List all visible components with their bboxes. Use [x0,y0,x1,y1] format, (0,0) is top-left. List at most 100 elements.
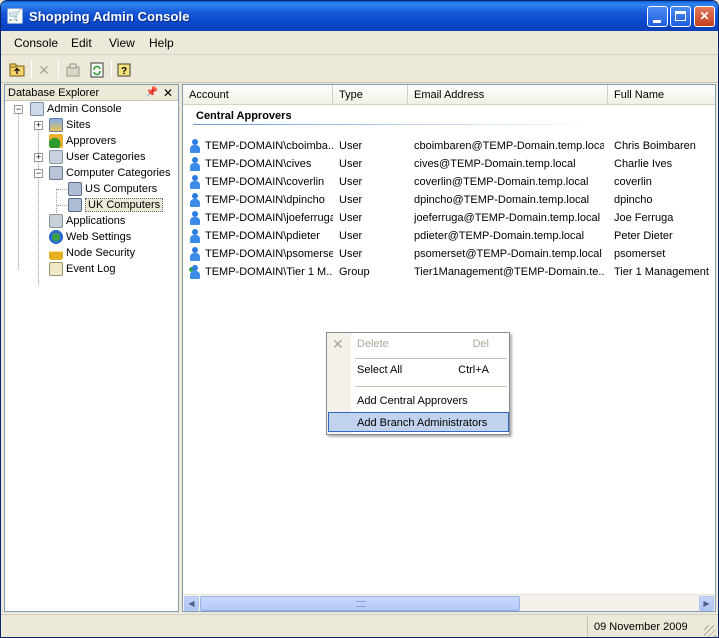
cell-type: User [339,230,363,242]
context-menu-delete[interactable]: Delete Del [328,334,509,354]
user-icon [189,229,201,243]
refresh-button[interactable] [86,59,108,81]
cell-account: TEMP-DOMAIN\psomerset [205,248,333,260]
context-menu-add-branch-administrators[interactable]: Add Branch Administrators [328,412,509,432]
menu-bar: Console Edit View Help [1,31,718,55]
minimize-button[interactable] [647,6,668,27]
table-row[interactable]: TEMP-DOMAIN\coverlin User coverlin@TEMP-Do… [183,173,713,191]
table-row[interactable]: TEMP-DOMAIN\dpincho User dpincho@TEMP-Doma… [183,191,713,209]
scroll-left-button[interactable]: ◀ [184,596,199,611]
database-explorer-pane: Database Explorer 📌 ✕ − Admin Console + … [4,84,179,612]
cell-type: User [339,140,363,152]
up-folder-button[interactable] [6,59,28,81]
menu-view[interactable]: View [109,36,135,50]
up-folder-icon [9,63,25,77]
title-bar[interactable]: 🛒 Shopping Admin Console ✕ [1,1,718,31]
column-header-full-name[interactable]: Full Name [608,85,717,105]
menu-help[interactable]: Help [149,36,174,50]
scroll-thumb[interactable] [200,596,520,611]
user-icon [189,193,201,207]
context-menu-select-all[interactable]: Select All Ctrl+A [328,360,509,380]
table-row[interactable]: TEMP-DOMAIN\pdieter User pdieter@TEMP-Doma… [183,227,713,245]
properties-button[interactable] [62,59,84,81]
pin-icon[interactable]: 📌 [146,85,158,101]
table-row[interactable]: TEMP-DOMAIN\cboimba... User cboimbaren@TEM… [183,137,713,155]
tree-line [18,109,19,269]
tree-node-admin-console[interactable]: Admin Console [30,101,122,117]
cell-full-name: dpincho [614,194,653,206]
tree-node-uk-computers[interactable]: UK Computers [68,197,164,213]
table-row[interactable]: TEMP-DOMAIN\psomerset User psomerset@TEMP-… [183,245,713,263]
shopping-cart-icon: 🛒 [7,8,23,24]
tree-node-label: User Categories [66,151,146,163]
tree-node-label: Approvers [66,135,117,147]
expander-sites[interactable]: + [34,121,43,130]
close-button[interactable]: ✕ [694,6,715,27]
refresh-icon [90,62,104,78]
status-date: 09 November 2009 [587,617,703,637]
scroll-right-button[interactable]: ▶ [699,596,714,611]
context-menu-add-central-approvers[interactable]: Add Central Approvers [328,391,509,411]
tree-node-node-security[interactable]: Node Security [49,245,135,261]
tree-node-applications[interactable]: Applications [49,213,125,229]
user-icon [189,157,201,171]
toolbar-separator [31,60,32,78]
scroll-grip-icon [356,601,366,607]
column-header-type[interactable]: Type [333,85,408,105]
cell-account: TEMP-DOMAIN\pdieter [205,230,320,242]
expander-computer-categories[interactable]: − [34,169,43,178]
svg-text:?: ? [121,66,127,77]
tree-node-web-settings[interactable]: Web Settings [49,229,131,245]
tree-node-label: Node Security [66,247,136,259]
table-row[interactable]: TEMP-DOMAIN\joeferruga User joeferruga@TEM… [183,209,713,227]
close-pane-icon[interactable]: ✕ [163,85,173,101]
group-icon [189,265,201,279]
tree-node-approvers[interactable]: Approvers [49,133,116,149]
user-icon [189,247,201,261]
approvers-icon [49,134,63,149]
tree-node-label: US Computers [85,183,158,195]
horizontal-scrollbar[interactable]: ◀ ▶ [183,594,715,611]
column-header-account[interactable]: Account [183,85,333,105]
delete-button[interactable]: ✕ [33,59,55,81]
user-icon [189,175,201,189]
menu-item-shortcut: Del [472,338,489,350]
maximize-button[interactable] [670,6,691,27]
tree-node-label: UK Computers [85,198,164,212]
app-window: 🛒 Shopping Admin Console ✕ Console Edit … [0,0,719,638]
column-header-email[interactable]: Email Address [408,85,608,105]
expander-admin-console[interactable]: − [14,105,23,114]
expander-user-categories[interactable]: + [34,153,43,162]
cell-email: cboimbaren@TEMP-Domain.temp.local [414,140,604,152]
tree-node-computer-categories[interactable]: Computer Categories [49,165,171,181]
applications-icon [49,214,63,229]
table-row[interactable]: TEMP-DOMAIN\Tier 1 M... Group Tier1Managem… [183,263,713,281]
tree-node-event-log[interactable]: Event Log [49,261,116,277]
cell-full-name: Charlie Ives [614,158,673,170]
tree-node-label: Computer Categories [66,167,171,179]
tree-node-us-computers[interactable]: US Computers [68,181,157,197]
column-header-row: Account Type Email Address Full Name [183,85,715,105]
help-button[interactable]: ? [113,59,135,81]
tree-node-user-categories[interactable]: User Categories [49,149,145,165]
event-log-icon [49,262,63,277]
cell-email: joeferruga@TEMP-Domain.temp.local [414,212,601,224]
tree-line [38,125,39,285]
cell-account: TEMP-DOMAIN\cives [205,158,312,170]
group-header-central-approvers: Central Approvers [196,110,292,122]
cell-account: TEMP-DOMAIN\dpincho [205,194,325,206]
table-row[interactable]: TEMP-DOMAIN\cives User cives@TEMP-Domain.t… [183,155,713,173]
cell-email: dpincho@TEMP-Domain.temp.local [414,194,590,206]
minimize-icon [653,20,661,23]
menu-edit[interactable]: Edit [71,36,92,50]
menu-item-label: Select All [357,364,403,376]
menu-item-label: Delete [357,338,389,350]
user-categories-icon [49,150,63,165]
menu-console[interactable]: Console [14,36,58,50]
tree-node-sites[interactable]: Sites [49,117,90,133]
toolbar: ✕ ? [1,56,718,83]
explorer-title: Database Explorer [8,87,100,99]
resize-grip-icon[interactable] [704,625,716,637]
cell-email: coverlin@TEMP-Domain.temp.local [414,176,589,188]
cell-type: Group [339,266,370,278]
